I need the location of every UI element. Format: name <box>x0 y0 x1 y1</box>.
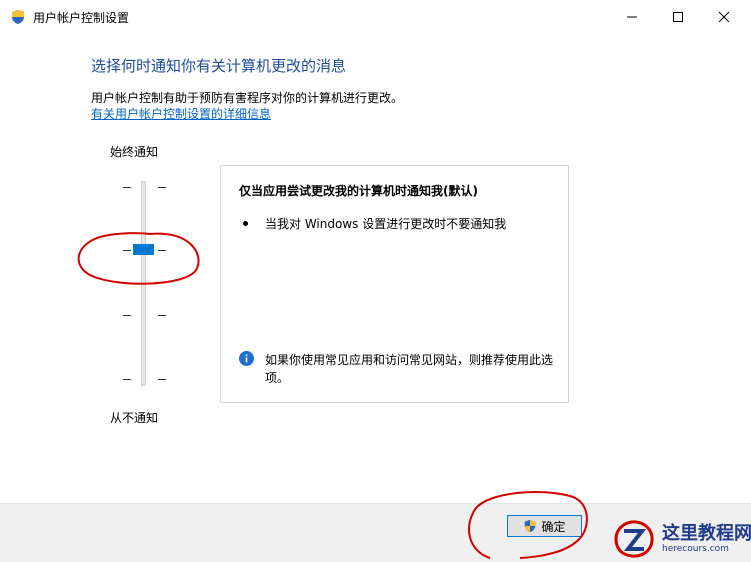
uac-details-link[interactable]: 有关用户帐户控制设置的详细信息 <box>91 105 271 122</box>
close-button[interactable] <box>701 0 747 34</box>
slider-bottom-label: 从不通知 <box>110 411 159 425</box>
maximize-icon <box>673 12 683 22</box>
watermark-url: herecours.com <box>662 544 729 554</box>
slider-top-label: 始终通知 <box>110 145 159 159</box>
uac-shield-icon <box>525 519 536 533</box>
close-icon <box>718 11 730 23</box>
watermark-title: 这里教程网 <box>662 523 751 544</box>
minimize-button[interactable] <box>609 0 655 34</box>
annotation-circle-slider <box>77 232 200 285</box>
minimize-icon <box>627 16 637 18</box>
ok-button[interactable]: 确定 <box>507 515 582 537</box>
bullet-dot <box>243 221 248 226</box>
slider-track[interactable] <box>141 181 146 386</box>
slider-tick <box>158 379 166 380</box>
slider-thumb[interactable] <box>133 244 154 255</box>
slider-tick <box>123 250 131 251</box>
page-description: 用户帐户控制有助于预防有害程序对你的计算机进行更改。 <box>91 91 404 105</box>
recommendation-text: 如果你使用常见应用和访问常见网站，则推荐使用此选项。 <box>265 353 554 385</box>
slider-tick <box>158 250 166 251</box>
info-icon <box>239 351 254 366</box>
title-bar: 用户帐户控制设置 <box>0 0 751 34</box>
slider-tick <box>158 315 166 316</box>
slider-tick <box>123 187 131 188</box>
ok-button-label: 确定 <box>541 519 566 534</box>
level-title: 仅当应用尝试更改我的计算机时通知我(默认) <box>239 184 478 198</box>
window-title: 用户帐户控制设置 <box>33 11 130 25</box>
slider-tick <box>123 315 131 316</box>
site-logo-icon <box>614 520 654 558</box>
slider-tick <box>123 379 131 380</box>
level-bullet: 当我对 Windows 设置进行更改时不要通知我 <box>265 217 507 231</box>
maximize-button[interactable] <box>655 0 701 34</box>
page-heading: 选择何时通知你有关计算机更改的消息 <box>91 57 347 75</box>
uac-shield-icon <box>10 9 26 25</box>
slider-tick <box>158 187 166 188</box>
